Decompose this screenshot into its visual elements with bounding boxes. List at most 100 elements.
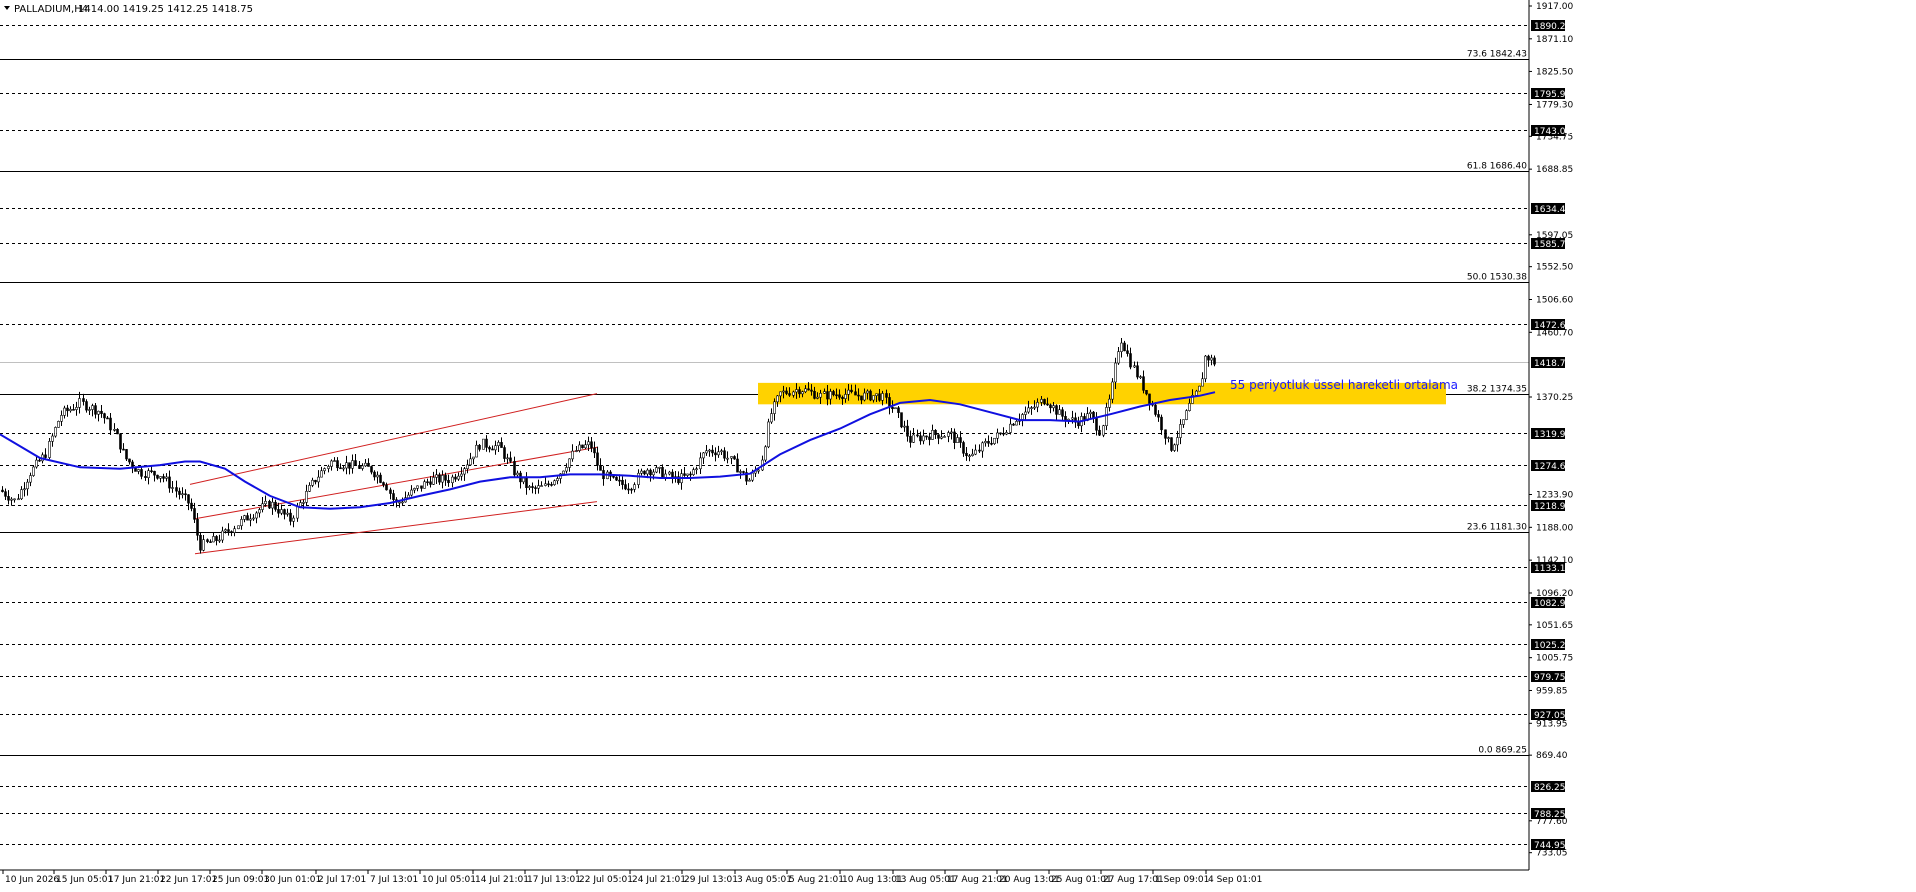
x-tick-label-4: 25 Jun 09:01 (212, 875, 269, 885)
candle-body (218, 539, 221, 542)
ohlc-values: 1414.00 1419.25 1412.25 1418.75 (78, 4, 253, 15)
candle-body (20, 489, 23, 500)
candle-body (1098, 429, 1101, 436)
candle-body (97, 410, 100, 415)
candle-body (1021, 414, 1024, 420)
candle-body (454, 476, 457, 480)
candle-body (720, 450, 723, 453)
candle-body (974, 449, 977, 455)
candle-body (230, 531, 233, 533)
x-tick-label-2: 17 Jun 21:01 (108, 875, 165, 885)
x-tick-label-5: 30 Jun 01:01 (264, 875, 321, 885)
candle-body (637, 472, 640, 485)
candle-body (1160, 416, 1163, 431)
candle-body (469, 458, 472, 466)
price-badge-label-14: 927.05 (1534, 711, 1566, 721)
candle-body (860, 395, 863, 401)
candle-body (847, 389, 850, 395)
candle-body (1207, 355, 1210, 361)
price-badge-label-8: 1274.60 (1534, 462, 1571, 472)
y-tick-label-5: 1688.85 (1536, 165, 1573, 175)
candle-body (987, 441, 990, 444)
candle-body (702, 452, 705, 459)
candle-body (630, 488, 633, 491)
candle-body (1061, 409, 1064, 417)
candle-body (171, 487, 174, 489)
price-chart[interactable]: 73.6 1842.43 61.8 1686.40 50.0 1530.38 38.2… (0, 0, 1916, 888)
y-tick-label-0: 1917.00 (1536, 2, 1573, 12)
candle-body (565, 467, 568, 472)
candle-body (971, 453, 974, 457)
candle-body (819, 393, 822, 398)
candle-body (212, 536, 215, 543)
candle-body (423, 481, 426, 489)
candle-body (348, 462, 351, 469)
x-tick-label-9: 14 Jul 21:01 (475, 875, 529, 885)
candle-body (314, 479, 317, 483)
candle-body (1154, 404, 1157, 415)
candle-body (1071, 417, 1074, 420)
candle-body (1136, 365, 1139, 378)
candle-body (615, 476, 618, 481)
candle-body (60, 415, 63, 422)
candle-body (823, 391, 826, 394)
chart-window[interactable]: 73.6 1842.43 61.8 1686.40 50.0 1530.38 38.2… (0, 0, 1916, 888)
candle-body (652, 471, 655, 476)
candle-body (726, 457, 729, 460)
candle-body (714, 452, 717, 456)
candle-body (844, 394, 847, 399)
y-tick-label-16: 1005.75 (1536, 654, 1573, 664)
candle-body (1142, 376, 1145, 391)
candle-body (683, 473, 686, 476)
candle-body (255, 512, 258, 519)
candle-body (801, 391, 804, 395)
candle-body (1173, 444, 1176, 451)
candle-body (292, 517, 295, 522)
candle-body (1055, 405, 1058, 415)
candle-body (587, 441, 590, 446)
candle-body (568, 458, 571, 468)
candle-body (503, 447, 506, 459)
candle-body (686, 473, 689, 476)
candle-body (221, 530, 224, 541)
candle-body (153, 470, 156, 476)
x-tick-label-3: 22 Jun 17:01 (160, 875, 217, 885)
candle-body (640, 470, 643, 474)
candle-body (717, 451, 720, 456)
candle-body (547, 483, 550, 486)
candle-body (379, 474, 382, 483)
candle-body (416, 485, 419, 489)
candle-body (1120, 342, 1123, 352)
y-tick-label-12: 1188.00 (1536, 523, 1573, 533)
candle-body (925, 435, 928, 438)
candle-body (181, 493, 184, 496)
candle-body (692, 469, 695, 476)
candle-body (832, 391, 835, 396)
price-badge-label-13: 979.75 (1534, 673, 1566, 683)
candle-body (26, 481, 29, 490)
candle-body (1049, 404, 1052, 409)
x-tick-label-10: 17 Jul 13:01 (527, 875, 581, 885)
x-tick-label-0: 10 Jun 2026 (5, 875, 59, 885)
x-tick-label-11: 22 Jul 05:01 (579, 875, 633, 885)
candle-body (125, 449, 128, 460)
candle-body (596, 452, 599, 466)
candle-body (748, 479, 751, 482)
candle-body (1114, 362, 1117, 383)
candle-body (447, 479, 450, 484)
candle-body (643, 470, 646, 475)
candle-body (730, 456, 733, 459)
candle-body (274, 501, 277, 510)
candle-body (175, 487, 178, 492)
y-tick-label-7: 1552.50 (1536, 263, 1573, 273)
y-tick-label-15: 1051.65 (1536, 621, 1573, 631)
candle-body (649, 469, 652, 476)
candle-body (227, 529, 230, 532)
candle-body (993, 437, 996, 444)
candle-body (361, 465, 364, 469)
price-badge-label-17: 744.95 (1534, 841, 1566, 851)
candle-body (382, 482, 385, 486)
candle-body (773, 401, 776, 414)
candle-body (432, 477, 435, 485)
candle-body (841, 397, 844, 399)
